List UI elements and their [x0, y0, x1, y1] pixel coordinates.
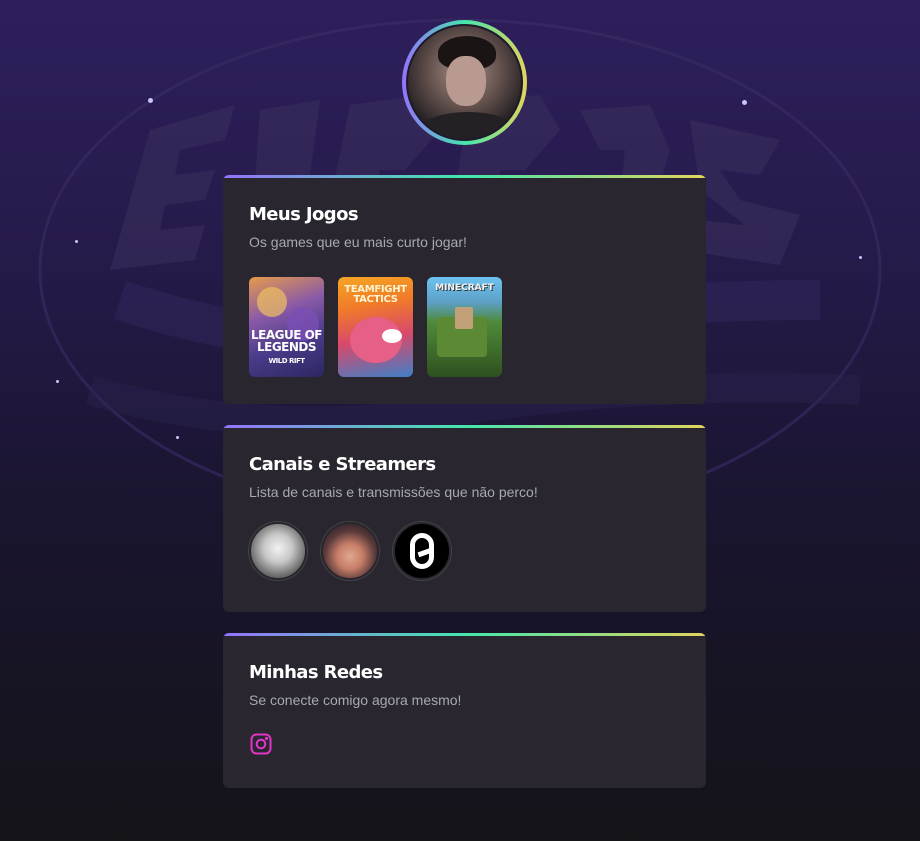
star: [148, 98, 153, 103]
game-label: MINECRAFT: [435, 283, 494, 293]
game-minecraft[interactable]: MINECRAFT: [427, 277, 502, 377]
star: [176, 436, 179, 439]
instagram-link[interactable]: [249, 732, 273, 761]
socials-list: [249, 732, 680, 761]
socials-card: Minhas Redes Se conecte comigo agora mes…: [223, 633, 706, 788]
star: [75, 240, 78, 243]
channels-subtitle: Lista de canais e transmissões que não p…: [249, 484, 538, 500]
star: [859, 256, 862, 259]
games-title: Meus Jogos: [249, 204, 359, 225]
profile-photo: [406, 24, 523, 141]
games-list: LEAGUE OF LEGENDS WILD RIFT TEAMFIGHT TA…: [249, 277, 680, 377]
game-label: TEAMFIGHT TACTICS: [344, 284, 407, 305]
channel-avatar-2[interactable]: [321, 522, 379, 580]
star: [742, 100, 747, 105]
channel-avatar-3[interactable]: [393, 522, 451, 580]
socials-title: Minhas Redes: [249, 662, 383, 683]
star: [56, 380, 59, 383]
games-subtitle: Os games que eu mais curto jogar!: [249, 234, 467, 250]
game-label: LEAGUE OF LEGENDS WILD RIFT: [251, 328, 323, 365]
instagram-icon: [250, 733, 272, 755]
profile-avatar: [402, 20, 527, 145]
channel-avatar-1[interactable]: [249, 522, 307, 580]
channels-list: [249, 522, 680, 580]
game-league-of-legends-wild-rift[interactable]: LEAGUE OF LEGENDS WILD RIFT: [249, 277, 324, 377]
game-teamfight-tactics[interactable]: TEAMFIGHT TACTICS: [338, 277, 413, 377]
games-card: Meus Jogos Os games que eu mais curto jo…: [223, 175, 706, 404]
channels-card: Canais e Streamers Lista de canais e tra…: [223, 425, 706, 612]
channels-title: Canais e Streamers: [249, 454, 436, 475]
socials-subtitle: Se conecte comigo agora mesmo!: [249, 692, 462, 708]
